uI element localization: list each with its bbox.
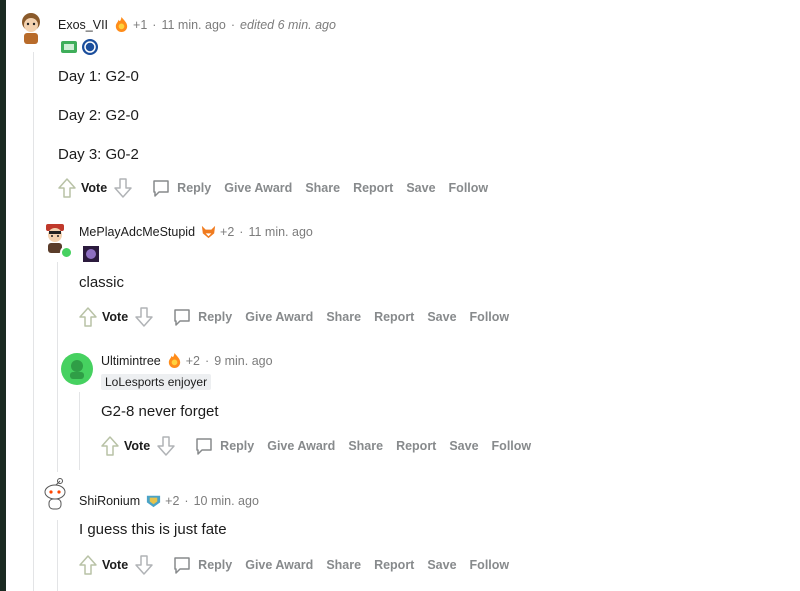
reply-label: Reply bbox=[198, 558, 233, 572]
upvote-icon[interactable] bbox=[57, 177, 77, 199]
timestamp[interactable]: 9 min. ago bbox=[214, 354, 272, 368]
user-flair bbox=[60, 38, 99, 56]
comment-body-line: Day 3: G0-2 bbox=[58, 146, 139, 163]
separator-dot: · bbox=[239, 224, 244, 239]
timestamp[interactable]: 11 min. ago bbox=[161, 18, 225, 32]
vote-count: Vote bbox=[102, 558, 129, 572]
comment-actions: Vote Reply Give Award Share Report Save … bbox=[100, 435, 544, 457]
report-button[interactable]: Report bbox=[374, 558, 414, 572]
comment-actions: Vote Reply Give Award Share Report Save … bbox=[78, 306, 522, 328]
comment-body-line: classic bbox=[79, 274, 125, 291]
timestamp[interactable]: 10 min. ago bbox=[194, 494, 259, 508]
comment-body-line: G2-8 never forget bbox=[101, 403, 219, 420]
team-flair-icon bbox=[61, 41, 77, 53]
follow-button[interactable]: Follow bbox=[492, 439, 532, 453]
comment-body-line: Day 2: G2-0 bbox=[58, 107, 139, 124]
separator-dot: · bbox=[152, 17, 157, 32]
vote-count: Vote bbox=[124, 439, 151, 453]
badge-award-icon[interactable] bbox=[145, 492, 162, 509]
comment-body-line: Day 1: G2-0 bbox=[58, 68, 139, 85]
share-button[interactable]: Share bbox=[305, 181, 340, 195]
user-flair-text: LoLesports enjoyer bbox=[101, 374, 212, 390]
karma: +2 bbox=[220, 224, 235, 239]
avatar[interactable] bbox=[61, 353, 93, 385]
upvote-icon[interactable] bbox=[78, 306, 98, 328]
report-button[interactable]: Report bbox=[396, 439, 436, 453]
comment-meta: Exos_VII +1 · 11 min. ago · edited 6 min… bbox=[58, 16, 336, 33]
follow-button[interactable]: Follow bbox=[449, 181, 489, 195]
comment-bubble-icon bbox=[153, 180, 169, 197]
comment-actions: Vote Reply Give Award Share Report Save … bbox=[78, 554, 522, 576]
timestamp[interactable]: 11 min. ago bbox=[248, 225, 312, 239]
reply-label: Reply bbox=[198, 310, 233, 324]
share-button[interactable]: Share bbox=[326, 558, 361, 572]
karma: +1 bbox=[133, 17, 148, 32]
author-name[interactable]: Exos_VII bbox=[58, 18, 108, 32]
downvote-icon[interactable] bbox=[113, 177, 133, 199]
separator-dot: · bbox=[184, 493, 189, 508]
online-status-indicator bbox=[60, 246, 73, 259]
share-button[interactable]: Share bbox=[348, 439, 383, 453]
flame-award-icon[interactable] bbox=[166, 352, 183, 369]
reply-button[interactable]: Reply bbox=[172, 555, 232, 575]
page-left-edge bbox=[0, 0, 6, 591]
upvote-icon[interactable] bbox=[78, 554, 98, 576]
karma: +2 bbox=[165, 493, 180, 508]
user-flair bbox=[82, 245, 100, 263]
downvote-icon[interactable] bbox=[156, 435, 176, 457]
author-name[interactable]: ShiRonium bbox=[79, 494, 140, 508]
champion-flair-icon bbox=[83, 246, 99, 262]
give-award-button[interactable]: Give Award bbox=[267, 439, 335, 453]
comment-meta: MePlayAdcMeStupid +2 · 11 min. ago bbox=[79, 223, 313, 240]
save-button[interactable]: Save bbox=[449, 439, 478, 453]
thread-line-ultimintree[interactable] bbox=[79, 392, 80, 470]
schalke-flair-icon bbox=[82, 39, 98, 55]
vote-count: Vote bbox=[102, 310, 129, 324]
reply-label: Reply bbox=[220, 439, 255, 453]
author-name[interactable]: Ultimintree bbox=[101, 354, 161, 368]
comment-actions: Vote Reply Give Award Share Report Save … bbox=[57, 177, 501, 199]
thread-line-shironium[interactable] bbox=[57, 520, 58, 591]
reply-button[interactable]: Reply bbox=[172, 307, 232, 327]
thread-line-meplay[interactable] bbox=[57, 262, 58, 472]
edited-timestamp: edited 6 min. ago bbox=[240, 17, 336, 32]
comment-bubble-icon bbox=[196, 438, 212, 455]
follow-button[interactable]: Follow bbox=[470, 310, 510, 324]
give-award-button[interactable]: Give Award bbox=[245, 310, 313, 324]
comment-body-line: I guess this is just fate bbox=[79, 521, 227, 538]
upvote-icon[interactable] bbox=[100, 435, 120, 457]
report-button[interactable]: Report bbox=[353, 181, 393, 195]
thread-line-exos[interactable] bbox=[33, 52, 34, 591]
downvote-icon[interactable] bbox=[134, 306, 154, 328]
comment-meta: ShiRonium +2 · 10 min. ago bbox=[79, 492, 259, 509]
fox-award-icon[interactable] bbox=[200, 223, 217, 240]
comment-bubble-icon bbox=[174, 309, 190, 326]
report-button[interactable]: Report bbox=[374, 310, 414, 324]
downvote-icon[interactable] bbox=[134, 554, 154, 576]
separator-dot: · bbox=[230, 17, 236, 32]
comment-meta: Ultimintree +2 · 9 min. ago bbox=[101, 352, 273, 369]
share-button[interactable]: Share bbox=[326, 310, 361, 324]
reply-button[interactable]: Reply bbox=[194, 436, 254, 456]
save-button[interactable]: Save bbox=[427, 310, 456, 324]
karma: +2 bbox=[185, 353, 201, 368]
vote-count: Vote bbox=[81, 181, 108, 195]
author-name[interactable]: MePlayAdcMeStupid bbox=[79, 225, 195, 239]
avatar[interactable] bbox=[14, 12, 48, 46]
separator-dot: · bbox=[205, 353, 210, 368]
flame-award-icon[interactable] bbox=[113, 16, 130, 33]
save-button[interactable]: Save bbox=[427, 558, 456, 572]
follow-button[interactable]: Follow bbox=[470, 558, 510, 572]
comment-bubble-icon bbox=[174, 557, 190, 574]
give-award-button[interactable]: Give Award bbox=[245, 558, 313, 572]
reply-label: Reply bbox=[177, 181, 212, 195]
avatar[interactable] bbox=[38, 477, 72, 511]
save-button[interactable]: Save bbox=[406, 181, 435, 195]
reply-button[interactable]: Reply bbox=[151, 178, 211, 198]
give-award-button[interactable]: Give Award bbox=[224, 181, 292, 195]
